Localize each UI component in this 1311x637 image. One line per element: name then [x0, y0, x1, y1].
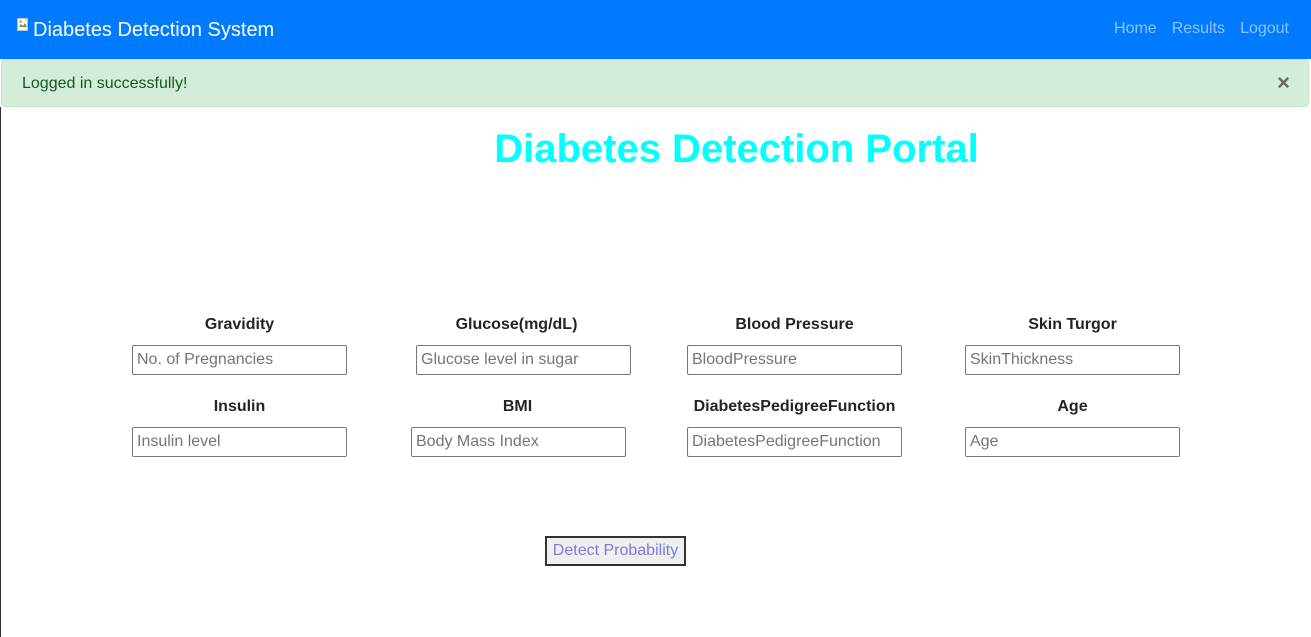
insulin-label: Insulin — [213, 398, 266, 415]
alert-message: Logged in successfully! — [22, 75, 188, 92]
broken-image-icon — [17, 18, 31, 33]
nav-link-logout[interactable]: Logout — [1240, 19, 1289, 39]
nav-link-results[interactable]: Results — [1172, 19, 1225, 39]
close-icon[interactable]: × — [1277, 71, 1290, 95]
success-alert: Logged in successfully! × — [1, 59, 1309, 107]
insulin-input[interactable] — [132, 427, 347, 457]
skin-turgor-label: Skin Turgor — [1028, 316, 1117, 333]
bmi-label: BMI — [502, 398, 533, 415]
diabetes-pedigree-label: DiabetesPedigreeFunction — [693, 398, 896, 415]
nav-link-home[interactable]: Home — [1114, 19, 1157, 39]
age-input[interactable] — [965, 427, 1180, 457]
gravidity-label: Gravidity — [204, 316, 275, 333]
blood-pressure-label: Blood Pressure — [735, 316, 854, 333]
navbar: Diabetes Detection System Home Results L… — [0, 0, 1311, 59]
page-left-border — [0, 107, 1, 637]
navbar-brand[interactable]: Diabetes Detection System — [17, 18, 274, 42]
page-title: Diabetes Detection Portal — [494, 127, 979, 171]
glucose-label: Glucose(mg/dL) — [455, 316, 578, 333]
nav-links: Home Results Logout — [1114, 19, 1289, 39]
glucose-input[interactable] — [416, 345, 631, 375]
diabetes-pedigree-input[interactable] — [687, 427, 902, 457]
detect-probability-button[interactable]: Detect Probability — [545, 536, 686, 566]
age-label: Age — [1057, 398, 1088, 415]
skin-thickness-input[interactable] — [965, 345, 1180, 375]
brand-text: Diabetes Detection System — [33, 19, 275, 41]
bmi-input[interactable] — [411, 427, 626, 457]
blood-pressure-input[interactable] — [687, 345, 902, 375]
gravidity-input[interactable] — [132, 345, 347, 375]
